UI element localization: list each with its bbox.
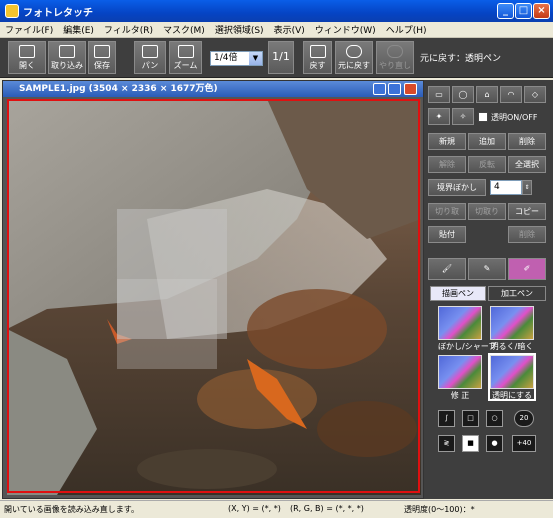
tool-panel: ▭ ◯ ⌂ ◠ ◇ ✦ ✧ 透明ON/OFF 新規 追加 削除 解除 反転 全選… [424, 80, 553, 499]
title-bar: フォトレタッチ _ □ × [0, 0, 553, 22]
feather-button[interactable]: 境界ぼかし [428, 179, 486, 196]
zoom-button[interactable]: ズーム [169, 41, 202, 74]
menu-filter[interactable]: フィルタ(R) [99, 23, 158, 36]
toolbar: 開く 取り込み 保存 パン ズーム 1/4倍 ▼ 1/1 戻す 元に戻す やり直… [0, 38, 553, 78]
revert-icon [309, 45, 326, 58]
maximize-button[interactable]: □ [515, 3, 532, 19]
magnifier-icon [177, 45, 194, 58]
zoom-select[interactable]: 1/4倍 ▼ [210, 51, 263, 66]
menu-bar: ファイル(F) 編集(E) フィルタ(R) マスク(M) 選択領域(S) 表示(… [0, 22, 553, 38]
tab-draw-pen[interactable]: 描画ペン [430, 286, 486, 301]
delete-selection-button[interactable]: 削除 [508, 133, 546, 150]
stroke-zigzag-button[interactable]: ≷ [438, 435, 455, 452]
select-all-button[interactable]: 全選択 [508, 156, 546, 173]
status-rgb: (R, G, B) = (*, *, *) [290, 504, 364, 513]
square-brush-button[interactable]: □ [462, 410, 479, 427]
menu-edit[interactable]: 編集(E) [58, 23, 99, 36]
image-close-button[interactable] [404, 83, 417, 95]
redo-button[interactable]: やり直し [376, 41, 414, 74]
status-coords: (X, Y) = (*, *) [228, 504, 281, 513]
freehand-select-tool[interactable]: ◠ [500, 86, 522, 103]
lasso-select-tool[interactable]: ⌂ [476, 86, 498, 103]
camera-icon [59, 45, 75, 58]
save-icon [94, 45, 110, 58]
stamp-mode-button[interactable]: ✎ [468, 258, 506, 280]
stroke-curve-button[interactable]: ∫ [438, 410, 455, 427]
pen-bright-dark[interactable]: 明るく/暗く [490, 306, 534, 351]
menu-view[interactable]: 表示(V) [269, 23, 310, 36]
menu-window[interactable]: ウィンドウ(W) [310, 23, 381, 36]
ellipse-select-tool[interactable]: ◯ [452, 86, 474, 103]
magic-wand-plus-tool[interactable]: ✧ [452, 108, 474, 125]
status-bar: 開いている画像を読み込み直します。 (X, Y) = (*, *) (R, G,… [0, 500, 553, 518]
image-window: SAMPLE1.jpg (3504 × 2336 × 1677万色) [2, 80, 424, 499]
cut-copy-button[interactable]: 切取り [468, 203, 506, 220]
save-button[interactable]: 保存 [88, 41, 116, 74]
undo-button[interactable]: 元に戻す [335, 41, 373, 74]
polygon-select-tool[interactable]: ◇ [524, 86, 546, 103]
pen-blur-sharp[interactable]: ぼかし/シャープ [438, 306, 496, 351]
add-selection-button[interactable]: 追加 [468, 133, 506, 150]
actual-size-button[interactable]: 1/1 [268, 41, 294, 74]
pen-thumbnail [490, 355, 534, 389]
pan-button[interactable]: パン [134, 41, 166, 74]
close-button[interactable]: × [533, 3, 550, 19]
folder-icon [19, 45, 35, 58]
invert-selection-button[interactable]: 反転 [468, 156, 506, 173]
square-brush-filled-button[interactable]: ■ [462, 435, 479, 452]
menu-help[interactable]: ヘルプ(H) [381, 23, 432, 36]
open-button[interactable]: 開く [8, 41, 46, 74]
brush-mode-button[interactable]: 🖌 [428, 258, 466, 280]
import-button[interactable]: 取り込み [48, 41, 86, 74]
transparent-checkbox[interactable] [478, 112, 488, 122]
round-brush-button[interactable]: ○ [486, 410, 503, 427]
feather-stepper[interactable]: ⇕ [522, 180, 532, 195]
pan-icon [142, 45, 158, 58]
chevron-down-icon[interactable]: ▼ [249, 52, 262, 65]
status-transparency: 透明度(0〜100)：* [404, 505, 475, 514]
cut-button[interactable]: 切り取 [428, 203, 466, 220]
magic-wand-tool[interactable]: ✦ [428, 108, 450, 125]
new-selection-button[interactable]: 新規 [428, 133, 466, 150]
brush-size-40[interactable]: +40 [512, 435, 536, 452]
clear-selection-button[interactable]: 解除 [428, 156, 466, 173]
undo-status-text: 元に戻す：透明ペン [420, 54, 502, 64]
menu-file[interactable]: ファイル(F) [0, 23, 58, 36]
paste-button[interactable]: 貼付 [428, 226, 466, 243]
menu-selection[interactable]: 選択領域(S) [210, 23, 269, 36]
tab-process-pen[interactable]: 加工ペン [488, 286, 546, 301]
redo-icon [387, 45, 403, 58]
eraser-mode-button[interactable]: ✐ [508, 258, 546, 280]
image-minimize-button[interactable] [373, 83, 386, 95]
pen-transparent[interactable]: 透明にする [488, 353, 536, 401]
feather-input[interactable]: 4 [490, 180, 522, 195]
erase-button[interactable]: 削除 [508, 226, 546, 243]
pen-correct[interactable]: 修 正 [438, 355, 482, 400]
photo-image [7, 99, 421, 495]
undo-icon [346, 45, 362, 58]
rect-select-tool[interactable]: ▭ [428, 86, 450, 103]
menu-mask[interactable]: マスク(M) [158, 23, 210, 36]
back-button[interactable]: 戻す [303, 41, 332, 74]
app-icon [5, 4, 19, 18]
pen-thumbnail [490, 306, 534, 340]
copy-button[interactable]: コピー [508, 203, 546, 220]
image-window-title: SAMPLE1.jpg (3504 × 2336 × 1677万色) [3, 81, 423, 97]
image-maximize-button[interactable] [388, 83, 401, 95]
transparent-toggle-label: 透明ON/OFF [491, 113, 538, 122]
status-message: 開いている画像を読み込み直します。 [4, 505, 139, 514]
pen-thumbnail [438, 355, 482, 389]
round-brush-filled-button[interactable]: ● [486, 435, 503, 452]
window-title: フォトレタッチ [23, 7, 93, 19]
pen-thumbnail [438, 306, 482, 340]
photo-canvas[interactable] [7, 99, 421, 495]
minimize-button[interactable]: _ [497, 3, 514, 19]
brush-size-20[interactable]: 20 [514, 410, 534, 427]
